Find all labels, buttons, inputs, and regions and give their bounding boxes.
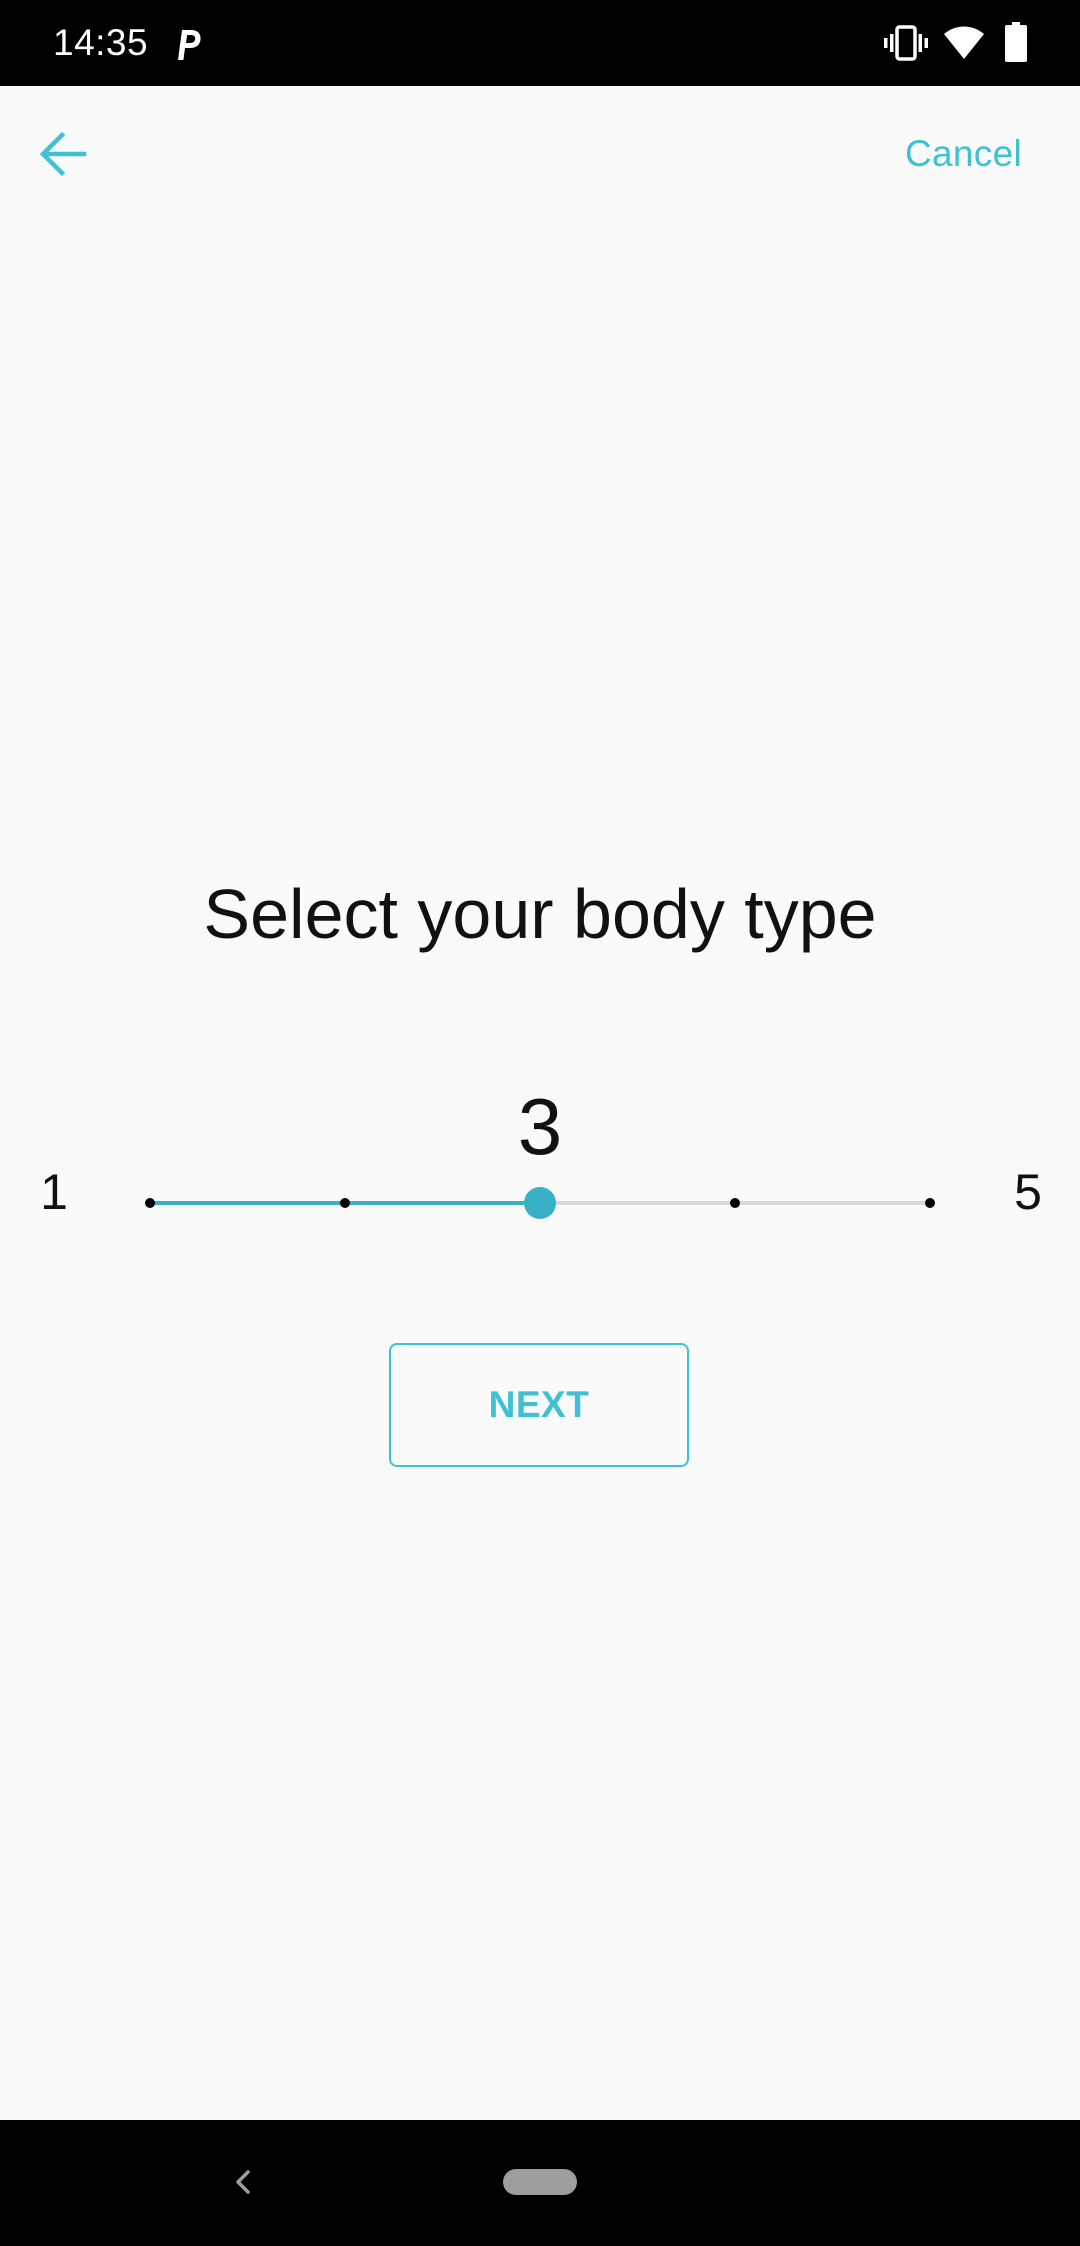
body-type-slider[interactable] bbox=[120, 1170, 960, 1236]
home-pill-icon[interactable] bbox=[503, 2169, 577, 2195]
slider-tick[interactable] bbox=[730, 1198, 740, 1208]
back-button[interactable] bbox=[30, 122, 96, 188]
page-title: Select your body type bbox=[203, 875, 877, 953]
nav-back-button[interactable] bbox=[222, 2160, 266, 2204]
parking-app-icon bbox=[178, 30, 201, 60]
navigation-bar bbox=[0, 2120, 1080, 2246]
vibrate-icon bbox=[884, 25, 928, 61]
screen: 14:35 Cancel Select your body type 3 1 5 bbox=[0, 0, 1080, 2246]
slider-max-label: 5 bbox=[1014, 1164, 1042, 1220]
slider-tick[interactable] bbox=[145, 1198, 155, 1208]
wifi-icon bbox=[944, 26, 984, 59]
cancel-button[interactable]: Cancel bbox=[905, 131, 1022, 177]
battery-icon bbox=[1005, 22, 1027, 62]
slider-tick[interactable] bbox=[340, 1198, 350, 1208]
slider-tick[interactable] bbox=[925, 1198, 935, 1208]
chevron-left-icon bbox=[236, 2170, 250, 2194]
status-time: 14:35 bbox=[53, 22, 149, 63]
next-button[interactable]: NEXT bbox=[389, 1343, 689, 1467]
arrow-left-icon bbox=[39, 131, 87, 177]
slider-value: 3 bbox=[517, 1082, 563, 1171]
status-bar: 14:35 bbox=[0, 0, 1080, 86]
slider-min-label: 1 bbox=[40, 1164, 68, 1220]
slider-thumb[interactable] bbox=[524, 1187, 556, 1219]
